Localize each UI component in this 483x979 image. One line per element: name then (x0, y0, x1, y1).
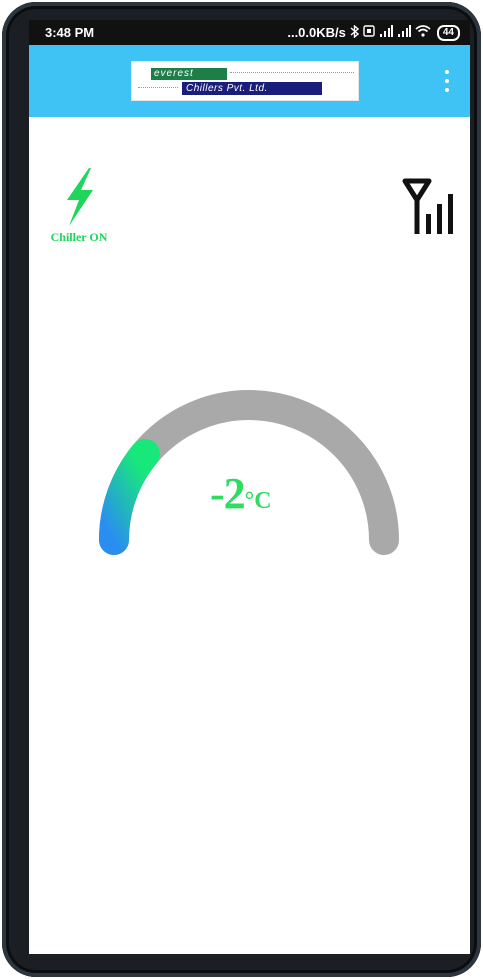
logo-line-2: Chillers Pvt. Ltd. (182, 82, 322, 95)
chiller-power-toggle[interactable]: Chiller ON (41, 166, 117, 245)
status-time: 3:48 PM (45, 25, 95, 40)
temperature-unit: °C (244, 488, 272, 514)
status-icons: ...0.0KB/s 44 (287, 23, 460, 41)
logo-divider (230, 72, 354, 73)
status-bar: 3:48 PM ...0.0KB/s 44 (29, 20, 470, 45)
bluetooth-icon (350, 23, 359, 41)
cell-signal-icon (379, 25, 393, 40)
logo-divider (138, 87, 178, 88)
vibrate-icon (363, 25, 375, 40)
chiller-status-label: Chiller ON (50, 230, 108, 244)
temperature-value: -2 (210, 469, 246, 518)
gauge-fill (99, 438, 160, 555)
signal-antenna-icon (402, 178, 453, 234)
temperature-readout: -2°C (210, 468, 272, 519)
lightning-bolt-icon (67, 168, 93, 226)
app-screen: 3:48 PM ...0.0KB/s 44 everest Chillers P… (29, 20, 470, 954)
temperature-gauge (99, 390, 399, 555)
battery-icon: 44 (436, 24, 460, 41)
network-speed: ...0.0KB/s (287, 25, 346, 40)
wifi-icon (415, 25, 431, 40)
more-vert-icon[interactable] (440, 67, 454, 95)
logo-line-1: everest (151, 68, 227, 80)
company-logo: everest Chillers Pvt. Ltd. (131, 61, 359, 101)
app-bar: everest Chillers Pvt. Ltd. (29, 45, 470, 117)
cell-signal-icon (397, 25, 411, 40)
